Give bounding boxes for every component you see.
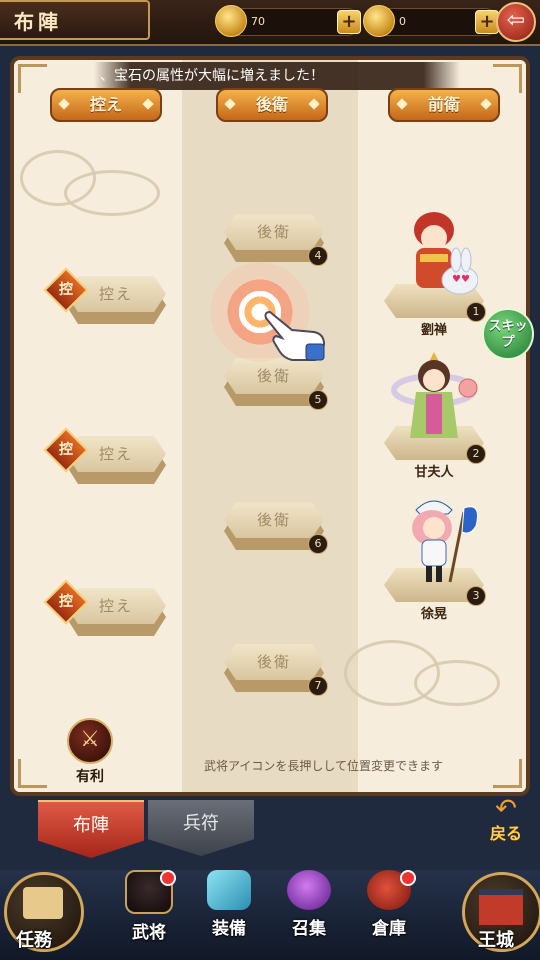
page-title: 布陣 xyxy=(0,0,150,40)
hammer-icon xyxy=(207,870,251,910)
corner-ornament xyxy=(493,64,522,93)
nav-storage[interactable]: 倉庫 xyxy=(354,870,424,944)
announcement-banner: 、宝石の属性が大幅に増えました！ xyxy=(94,62,460,90)
formation-board: 、宝石の属性が大幅に増えました！ 控え 後衛 前衛 控え 控 控え 控 控え 控… xyxy=(10,56,530,796)
gold-ingot-icon xyxy=(215,5,247,37)
skip-button[interactable]: スキップ xyxy=(482,308,534,360)
advantage-button[interactable]: ⚔ 有利 xyxy=(66,718,114,785)
rear-slot-5[interactable]: 後衛 5 xyxy=(224,356,328,410)
add-gold-button[interactable]: + xyxy=(337,10,361,34)
tab-troops[interactable]: 兵符 xyxy=(148,800,254,856)
crossed-swords-icon: ⚔ xyxy=(67,718,113,764)
coupon-icon xyxy=(363,5,395,37)
column-header-reserve: 控え xyxy=(50,88,162,122)
nav-label-mission: 任務 xyxy=(16,930,52,951)
scroll-icon xyxy=(23,887,63,919)
nav-generals[interactable]: 武将 xyxy=(114,870,184,944)
column-header-front: 前衛 xyxy=(388,88,500,122)
return-button[interactable]: ↶ 戻る xyxy=(476,794,536,843)
top-bar: 布陣 70 + 0 + ⇦ xyxy=(0,0,540,46)
hero-liu-shan-portrait: ♥♥ xyxy=(414,212,478,295)
return-arrow-icon: ↶ xyxy=(495,794,517,824)
cloud-decoration xyxy=(414,660,500,706)
back-button[interactable]: ⇦ xyxy=(496,2,536,42)
reserve-slot[interactable]: 控え 控 xyxy=(43,267,166,326)
nav-label-castle: 王城 xyxy=(478,930,514,951)
column-header-rear: 後衛 xyxy=(216,88,328,122)
tab-formation[interactable]: 布陣 xyxy=(38,800,144,858)
gold-counter: 70 + xyxy=(215,5,361,37)
notification-dot xyxy=(400,870,416,886)
corner-ornament xyxy=(18,64,47,93)
summon-orb-icon xyxy=(287,870,331,910)
rear-slot-6[interactable]: 後衛 6 xyxy=(224,500,328,554)
castle-icon xyxy=(479,889,523,925)
nav-equip[interactable]: 装備 xyxy=(194,870,264,944)
rear-slot-7[interactable]: 後衛 7 xyxy=(224,642,328,696)
hint-text: 武将アイコンを長押しして位置変更できます xyxy=(204,759,444,773)
notification-dot xyxy=(160,870,176,886)
corner-ornament xyxy=(493,759,522,788)
hero-xu-huang-portrait xyxy=(412,500,478,583)
pointing-hand-icon xyxy=(264,310,326,361)
hero-slot-3[interactable]: 徐晃 3 xyxy=(384,492,486,622)
hero-slot-1[interactable]: ♥♥ 劉禅 1 xyxy=(384,208,486,338)
rear-slot-4[interactable]: 後衛 4 xyxy=(224,212,328,266)
coupon-counter: 0 + xyxy=(363,5,499,37)
reserve-slot[interactable]: 控え 控 xyxy=(43,579,166,638)
hero-lady-gan-portrait xyxy=(391,352,478,438)
nav-summon[interactable]: 召集 xyxy=(274,870,344,944)
hero-slot-2[interactable]: 甘夫人 2 xyxy=(384,350,486,480)
svg-text:♥♥: ♥♥ xyxy=(452,274,470,285)
corner-ornament xyxy=(18,759,47,788)
reserve-slot[interactable]: 控え 控 xyxy=(43,427,166,486)
cloud-decoration xyxy=(64,170,160,216)
